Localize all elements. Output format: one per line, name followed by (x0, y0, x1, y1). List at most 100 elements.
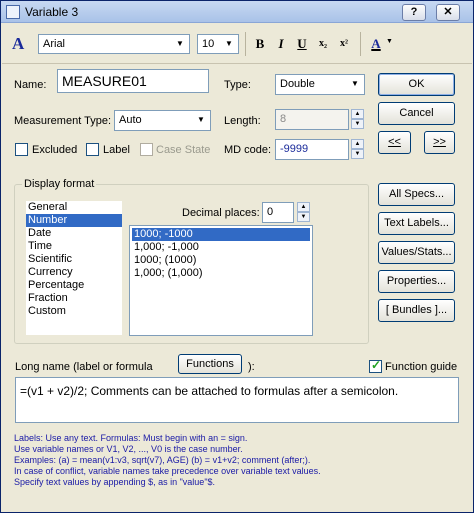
subscript-button[interactable]: x₂ (313, 34, 333, 54)
long-name-label-suffix: ): (248, 361, 255, 373)
format-item[interactable]: Number (26, 214, 122, 227)
cancel-button[interactable]: Cancel (378, 102, 455, 125)
type-select[interactable]: Double ▼ (275, 74, 365, 95)
spin-down-icon[interactable]: ▼ (351, 119, 364, 129)
type-label: Type: (224, 79, 251, 91)
name-label: Name: (14, 79, 47, 91)
font-icon: A (12, 34, 25, 53)
decimal-places-spinner[interactable]: ▲ ▼ (297, 202, 310, 223)
title-bar: Variable 3 ? ✕ (1, 1, 473, 23)
next-variable-button[interactable]: >> (424, 131, 455, 154)
toolbar-separator (245, 32, 246, 56)
font-size-combo[interactable]: 10 ▼ (197, 34, 239, 54)
app-icon (6, 5, 20, 19)
help-title-button[interactable]: ? (402, 4, 426, 21)
md-code-field[interactable]: -9999 (275, 139, 349, 160)
label-checkbox[interactable] (86, 143, 99, 156)
label-checkbox-label: Label (103, 144, 130, 156)
excluded-label: Excluded (32, 144, 78, 156)
all-specs-button[interactable]: All Specs... (378, 183, 455, 206)
superscript-button[interactable]: x² (334, 34, 354, 54)
help-line: Labels: Use any text. Formulas: Must beg… (14, 433, 248, 443)
help-line: Use variable names or V1, V2, ..., V0 is… (14, 444, 243, 454)
name-value: MEASURE01 (62, 73, 147, 89)
text-labels-button[interactable]: Text Labels... (378, 212, 455, 235)
font-name-combo[interactable]: Arial ▼ (38, 34, 190, 54)
length-value: 8 (280, 113, 287, 125)
chevron-down-icon[interactable]: ▼ (347, 76, 363, 92)
case-state-checkbox[interactable] (140, 143, 153, 156)
variable-dialog: Variable 3 ? ✕ A Arial ▼ 10 ▼ B I U x₂ x… (0, 0, 474, 513)
spin-down-icon[interactable]: ▼ (297, 212, 310, 222)
type-value: Double (280, 78, 315, 90)
number-style-item[interactable]: 1,000; -1,000 (132, 241, 310, 254)
function-guide-label: Function guide (385, 361, 458, 373)
format-category-list[interactable]: General Number Date Time Scientific Currency P… (26, 201, 122, 335)
chevron-down-icon[interactable]: ▼ (386, 38, 393, 45)
previous-variable-button[interactable]: << (378, 131, 411, 154)
help-line: In case of conflict, variable names take… (14, 466, 321, 476)
number-style-item[interactable]: 1000; (1000) (132, 254, 310, 267)
measurement-type-value: Auto (119, 114, 142, 126)
font-size-value: 10 (202, 38, 215, 50)
toolbar-separator (360, 32, 361, 56)
decimal-places-field[interactable]: 0 (262, 202, 294, 223)
spin-up-icon[interactable]: ▲ (351, 139, 364, 149)
display-format-title: Display format (22, 178, 97, 190)
functions-button[interactable]: Functions (178, 354, 242, 374)
formula-value: =(v1 + v2)/2; Comments can be attached t… (20, 384, 399, 398)
help-line: Examples: (a) = mean(v1:v3, sqrt(v7), AG… (14, 455, 311, 465)
measurement-type-label: Measurement Type: (14, 115, 112, 127)
font-color-button[interactable]: A (366, 34, 386, 54)
long-name-label: Long name (label or formula (15, 361, 153, 373)
chevron-down-icon[interactable]: ▼ (221, 36, 237, 52)
format-toolbar: A Arial ▼ 10 ▼ B I U x₂ x² A ▼ (2, 24, 472, 64)
help-text: Labels: Use any text. Formulas: Must beg… (14, 433, 321, 488)
md-code-spinner[interactable]: ▲ ▼ (351, 139, 364, 160)
next-label: >> (433, 136, 446, 148)
long-name-formula-field[interactable]: =(v1 + v2)/2; Comments can be attached t… (15, 377, 459, 423)
close-title-button[interactable]: ✕ (436, 4, 460, 21)
number-style-item[interactable]: 1,000; (1,000) (132, 267, 310, 280)
chevron-down-icon[interactable]: ▼ (172, 36, 188, 52)
decimal-places-value: 0 (267, 206, 274, 218)
number-style-list[interactable]: 1000; -1000 1,000; -1,000 1000; (1000) 1,00… (129, 225, 313, 336)
excluded-checkbox[interactable] (15, 143, 28, 156)
md-code-label: MD code: (224, 144, 272, 156)
spin-up-icon[interactable]: ▲ (297, 202, 310, 212)
format-item[interactable]: Date (26, 227, 122, 240)
checkmark-icon: ✓ (371, 358, 382, 372)
format-item[interactable]: Fraction (26, 292, 122, 305)
bundles-button[interactable]: [ Bundles ]... (378, 299, 455, 322)
values-stats-button[interactable]: Values/Stats... (378, 241, 455, 264)
decimal-places-label: Decimal places: (182, 207, 260, 219)
name-field[interactable]: MEASURE01 (57, 69, 209, 93)
number-style-item[interactable]: 1000; -1000 (132, 228, 310, 241)
spin-up-icon[interactable]: ▲ (351, 109, 364, 119)
format-category-items: General Number Date Time Scientific Currency P… (26, 201, 122, 318)
format-item[interactable]: Percentage (26, 279, 122, 292)
length-field[interactable]: 8 (275, 109, 349, 130)
previous-label: << (388, 136, 401, 148)
ok-button[interactable]: OK (378, 73, 455, 96)
italic-button[interactable]: I (271, 34, 291, 54)
number-style-items: 1000; -1000 1,000; -1,000 1000; (1000) 1,00… (132, 228, 310, 280)
underline-button[interactable]: U (292, 34, 312, 54)
format-item[interactable]: General (26, 201, 122, 214)
format-item[interactable]: Currency (26, 266, 122, 279)
measurement-type-select[interactable]: Auto ▼ (114, 110, 211, 131)
format-item[interactable]: Scientific (26, 253, 122, 266)
case-state-label: Case State (156, 144, 211, 156)
md-code-value: -9999 (280, 143, 309, 155)
format-item[interactable]: Time (26, 240, 122, 253)
format-item[interactable]: Custom (26, 305, 122, 318)
font-name-value: Arial (43, 38, 66, 50)
properties-button[interactable]: Properties... (378, 270, 455, 293)
chevron-down-icon[interactable]: ▼ (193, 112, 209, 128)
function-guide-checkbox[interactable]: ✓ (369, 358, 382, 373)
spin-down-icon[interactable]: ▼ (351, 149, 364, 159)
help-line: Specify text values by appending $, as i… (14, 477, 216, 487)
length-spinner[interactable]: ▲ ▼ (351, 109, 364, 130)
bold-button[interactable]: B (250, 34, 270, 54)
window-title: Variable 3 (25, 5, 79, 19)
